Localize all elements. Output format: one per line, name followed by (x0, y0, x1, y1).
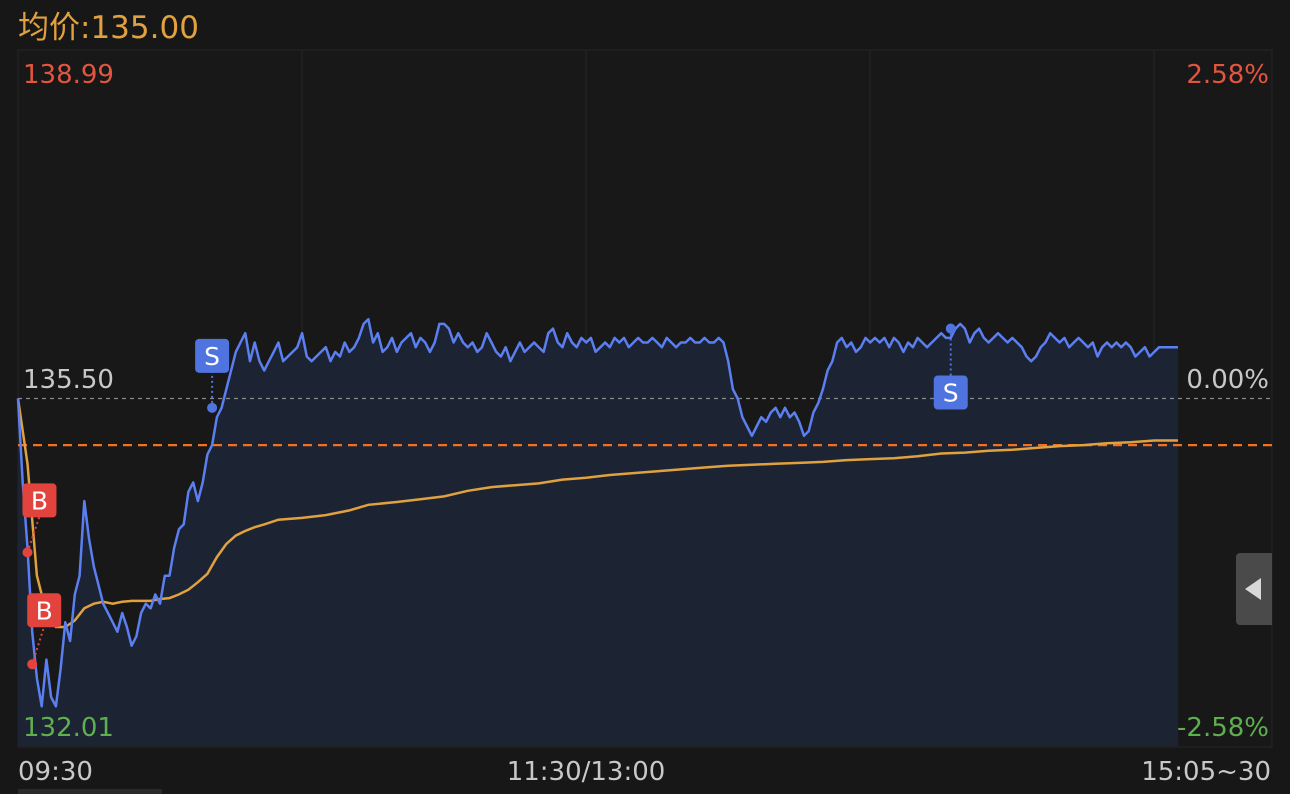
y-right-mid: 0.00% (1186, 365, 1269, 395)
marker-label: B (31, 486, 48, 515)
y-right-top: 2.58% (1186, 60, 1269, 90)
y-left-bottom: 132.01 (23, 713, 114, 743)
intraday-chart: B B S S 138.99 135.50 132.01 2.58% 0.00% -2… (16, 49, 1273, 787)
marker-dot (945, 323, 956, 334)
y-left-mid: 135.50 (23, 365, 114, 395)
x-tick-mid: 11:30/13:00 (507, 757, 666, 787)
marker-label: B (36, 596, 53, 625)
marker-label: S (943, 379, 959, 408)
marker-label: S (204, 342, 220, 371)
collapse-panel-button[interactable] (1236, 553, 1272, 625)
scroll-indicator (18, 789, 162, 794)
triangle-left-icon (1245, 578, 1261, 600)
marker-dot (27, 659, 38, 670)
marker-dot (207, 402, 218, 413)
y-right-bottom: -2.58% (1177, 713, 1269, 743)
x-tick-end: 15:05~30 (1141, 757, 1271, 787)
x-tick-start: 09:30 (18, 757, 93, 787)
y-left-top: 138.99 (23, 60, 114, 90)
marker-dot (22, 547, 33, 558)
